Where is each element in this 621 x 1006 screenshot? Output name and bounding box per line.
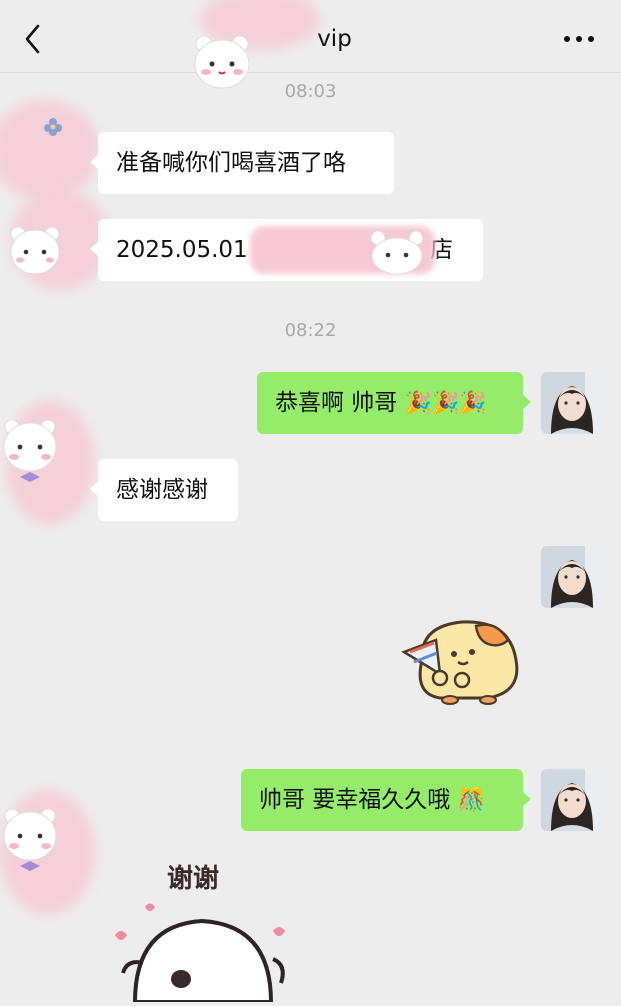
avatar[interactable] bbox=[0, 790, 100, 920]
message-bubble-self[interactable]: 恭喜啊 帅哥 🎉🎉🎉 bbox=[257, 372, 531, 434]
party-popper-icon: 🎉🎉🎉 bbox=[404, 391, 487, 416]
avatar[interactable] bbox=[0, 100, 110, 290]
avatar-self[interactable] bbox=[541, 769, 603, 831]
message-bubble[interactable]: 准备喊你们喝喜酒了咯 bbox=[90, 132, 394, 194]
message-text: 感谢感谢 bbox=[116, 477, 208, 503]
confetti-icon: 🎊 bbox=[457, 788, 486, 813]
bear-avatar-icon bbox=[10, 226, 60, 275]
avatar-blur bbox=[0, 100, 100, 200]
avatar-self[interactable] bbox=[541, 372, 603, 434]
more-dots-icon bbox=[564, 36, 594, 42]
sticker-caption-text: 谢谢 bbox=[167, 863, 219, 893]
bubble-tail bbox=[90, 241, 99, 257]
chat-header: vip bbox=[0, 0, 621, 89]
timestamp: 08:03 bbox=[284, 81, 337, 102]
ghost-thanks-sticker[interactable]: 谢谢 bbox=[105, 855, 300, 1004]
timestamp: 08:22 bbox=[284, 320, 337, 341]
bubble-tail bbox=[522, 791, 531, 807]
message-text: 帅哥 要幸福久久哦 bbox=[259, 787, 451, 813]
message-text-prefix: 2025.05.01 bbox=[116, 237, 248, 263]
message-text: 准备喊你们喝喜酒了咯 bbox=[116, 150, 346, 176]
chat-title: vip bbox=[0, 26, 621, 52]
avatar-self[interactable] bbox=[541, 546, 603, 608]
chat-title-text: vip bbox=[317, 26, 352, 52]
message-bubble[interactable]: 感谢感谢 bbox=[90, 459, 238, 521]
bear-sticker-icon bbox=[370, 230, 424, 274]
bubble-tail bbox=[90, 481, 99, 497]
user-photo-icon bbox=[541, 769, 603, 831]
bear-avatar-icon bbox=[3, 419, 57, 482]
bubble-tail bbox=[90, 154, 99, 170]
hamster-popper-sticker[interactable] bbox=[400, 612, 525, 707]
bear-avatar-icon bbox=[3, 808, 57, 871]
message-text: 恭喜啊 帅哥 bbox=[275, 390, 398, 416]
message-bubble-self[interactable]: 帅哥 要幸福久久哦 🎊 bbox=[241, 769, 531, 831]
bubble-tail bbox=[522, 394, 531, 410]
avatar[interactable] bbox=[0, 395, 100, 525]
user-photo-icon bbox=[541, 372, 603, 434]
user-photo-icon bbox=[541, 546, 603, 608]
hamster-sticker-icon bbox=[401, 620, 519, 705]
flower-icon bbox=[44, 118, 62, 136]
sticker-caption: 谢谢 bbox=[167, 863, 219, 893]
more-button[interactable] bbox=[559, 26, 599, 52]
